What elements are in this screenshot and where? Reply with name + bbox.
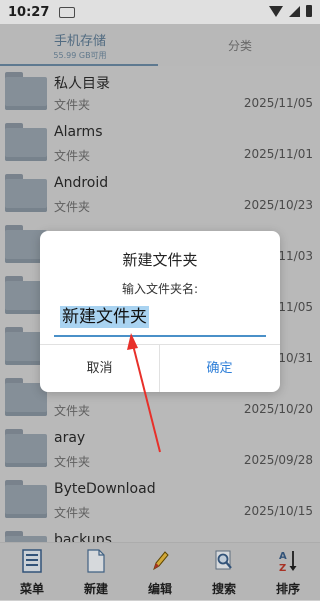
folder-name-input[interactable]: 新建文件夹 [54, 303, 266, 337]
dialog-title: 新建文件夹 [122, 251, 198, 269]
new-folder-dialog: 新建文件夹 输入文件夹名: 新建文件夹 取消 确定 [40, 231, 280, 392]
folder-name-input-value: 新建文件夹 [60, 306, 149, 328]
ok-button[interactable]: 确定 [160, 345, 279, 392]
cancel-button[interactable]: 取消 [40, 345, 159, 392]
dialog-prompt: 输入文件夹名: [121, 282, 199, 296]
